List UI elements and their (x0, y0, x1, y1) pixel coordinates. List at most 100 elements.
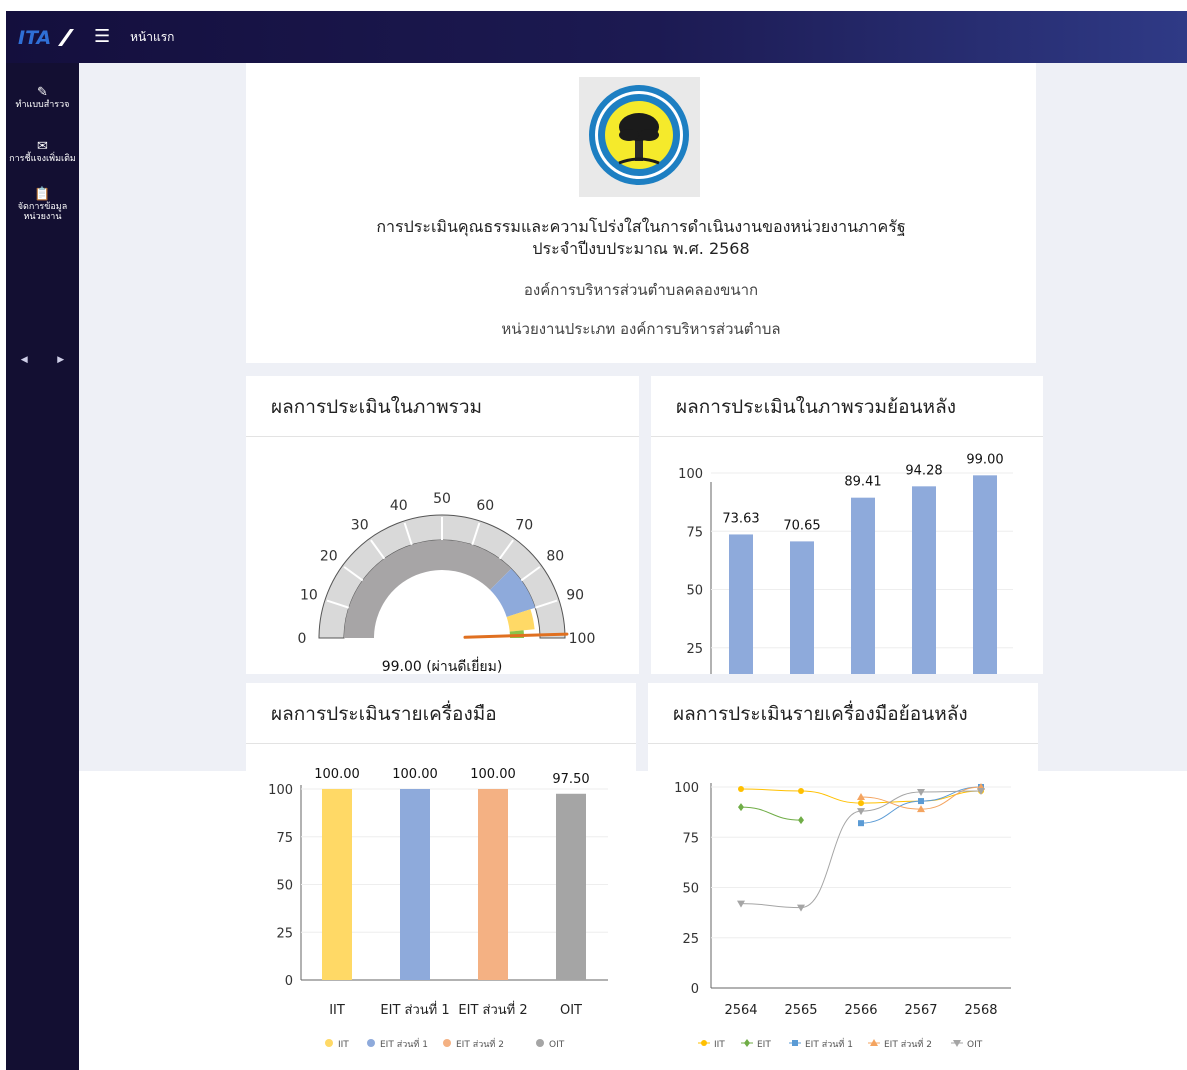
legend-label: EIT ส่วนที่ 2 (884, 1037, 932, 1050)
y-tick-label: 100 (674, 781, 699, 796)
y-tick-label: 50 (682, 882, 699, 897)
mail-icon: ✉ (37, 139, 48, 154)
series-line (740, 806, 802, 821)
gauge-tick-label: 70 (515, 518, 533, 534)
hamburger-menu-icon[interactable]: ☰ (94, 28, 110, 46)
gauge-tick-label: 100 (569, 631, 596, 647)
data-point (798, 816, 804, 825)
legend-marker (367, 1039, 375, 1047)
history-bar-chart: 25 50 75 100 73.63 70.65 89.41 94.28 99.00 (678, 452, 1013, 674)
data-label: 97.50 (552, 772, 589, 787)
edit-icon: ✎ (37, 85, 48, 100)
bar (790, 541, 814, 674)
data-point (701, 1040, 707, 1046)
x-tick-label: 2566 (844, 1003, 877, 1018)
gauge-tick-label: 80 (546, 549, 564, 565)
data-point (738, 803, 744, 812)
data-label: 94.28 (905, 463, 942, 478)
clipboard-icon: 📋 (34, 187, 51, 202)
data-label: 100.00 (392, 767, 438, 782)
y-tick-label: 0 (691, 982, 699, 997)
org-type: หน่วยงานประเภท องค์การบริหารส่วนตำบล (501, 320, 781, 338)
sidebar-item-clarification[interactable]: ✉ การชี้แจงเพิ่มเติม (6, 139, 79, 164)
fiscal-year-title: ประจำปีงบประมาณ พ.ศ. 2568 (532, 239, 750, 258)
sidebar-item-survey[interactable]: ✎ ทำแบบสำรวจ (6, 85, 79, 110)
data-point (858, 820, 864, 827)
sidebar-item-label: การชี้แจงเพิ่มเติม (9, 154, 76, 164)
x-tick-label: 2568 (964, 1003, 997, 1018)
sidebar-item-manage-org[interactable]: 📋 จัดการข้อมูล หน่วยงาน (6, 187, 79, 222)
gauge-tick-label: 60 (476, 498, 494, 514)
gauge-tick-label: 50 (433, 491, 451, 507)
header-card: การประเมินคุณธรรมและความโปร่งใสในการดำเน… (246, 63, 1036, 363)
y-tick-label: 100 (678, 467, 703, 482)
bar (322, 789, 352, 980)
x-tick-label: 2567 (904, 1003, 937, 1018)
legend-label: EIT ส่วนที่ 1 (805, 1037, 853, 1050)
sidebar-item-label: หน่วยงาน (23, 212, 62, 222)
history-panel: ผลการประเมินในภาพรวมย้อนหลัง 25 50 75 100 73… (651, 376, 1043, 674)
data-label: 70.65 (783, 518, 820, 533)
sidebar: ✎ ทำแบบสำรวจ ✉ การชี้แจงเพิ่มเติม 📋 จัดก… (6, 63, 79, 1070)
caret-right-icon[interactable]: ▶ (57, 355, 64, 365)
y-tick-label: 100 (268, 783, 293, 798)
bar (556, 793, 586, 980)
gauge-tick-label: 0 (298, 631, 307, 647)
legend-marker (536, 1039, 544, 1047)
org-emblem (579, 77, 700, 197)
x-tick-label: EIT ส่วนที่ 2 (458, 1001, 527, 1018)
data-point (918, 798, 924, 805)
data-label: 73.63 (722, 511, 759, 526)
x-tick-label: 2565 (784, 1003, 817, 1018)
y-tick-label: 25 (682, 932, 699, 947)
y-tick-label: 25 (686, 642, 703, 657)
legend-marker (325, 1039, 333, 1047)
sidebar-item-label: จัดการข้อมูล (17, 202, 68, 212)
data-point (744, 1039, 750, 1047)
tools-panel: ผลการประเมินรายเครื่องมือ 0 25 50 75 100 100.… (246, 683, 636, 1070)
tools-history-line-chart: 0 25 50 75 100 2564 2565 2566 2567 2568 IIT EIT EIT … (674, 781, 1011, 1050)
home-link[interactable]: หน้าแรก (130, 28, 174, 47)
y-tick-label: 25 (276, 926, 293, 941)
bar (851, 497, 875, 674)
x-tick-label: OIT (560, 1003, 582, 1018)
bar (478, 789, 508, 980)
legend-label: OIT (549, 1040, 565, 1050)
sidebar-item-label: ทำแบบสำรวจ (15, 100, 70, 110)
legend-label: EIT ส่วนที่ 2 (456, 1037, 504, 1050)
data-label: 99.00 (966, 452, 1003, 467)
data-point (797, 904, 805, 912)
data-point (738, 786, 744, 793)
gauge-tick-label: 40 (390, 498, 408, 514)
sidebar-toggle[interactable]: ◀ ▶ (6, 355, 79, 365)
legend-label: IIT (714, 1040, 725, 1050)
overall-panel: ผลการประเมินในภาพรวม 0 10 20 30 40 50 60 70 80 90… (246, 376, 639, 674)
y-tick-label: 50 (276, 879, 293, 894)
legend-label: EIT ส่วนที่ 1 (380, 1037, 428, 1050)
tools-bar-chart: 0 25 50 75 100 100.00 IIT 100.00 EIT ส่วนที่ 1 10… (268, 767, 608, 1050)
data-label: 89.41 (844, 475, 881, 490)
y-tick-label: 75 (686, 525, 703, 540)
bar (973, 475, 997, 674)
y-tick-label: 75 (276, 831, 293, 846)
top-navbar: ITA ☰ หน้าแรก (6, 11, 1187, 63)
gauge-value-label: 99.00 (ผ่านดีเยี่ยม) (382, 657, 503, 674)
gauge-chart: 0 10 20 30 40 50 60 70 80 90 100 99.00 (ผ่านดีเยี่ย… (298, 491, 596, 674)
logo-text: ITA (18, 27, 51, 48)
y-tick-label: 50 (686, 584, 703, 599)
data-label: 100.00 (470, 767, 516, 782)
data-point (792, 1040, 798, 1046)
x-tick-label: EIT ส่วนที่ 1 (380, 1001, 449, 1018)
legend-marker (443, 1039, 451, 1047)
ita-logo[interactable]: ITA (18, 24, 76, 50)
org-name: องค์การบริหารส่วนตำบลคลองขนาก (523, 281, 759, 299)
gauge-tick-label: 10 (300, 588, 318, 604)
caret-left-icon[interactable]: ◀ (21, 355, 28, 365)
x-tick-label: IIT (329, 1003, 345, 1018)
y-tick-label: 75 (682, 831, 699, 846)
gauge-tick-label: 90 (566, 588, 584, 604)
bar (912, 486, 936, 674)
gauge-tick-label: 20 (320, 549, 338, 565)
x-tick-label: 2564 (724, 1003, 757, 1018)
gauge-tick-label: 30 (351, 518, 369, 534)
